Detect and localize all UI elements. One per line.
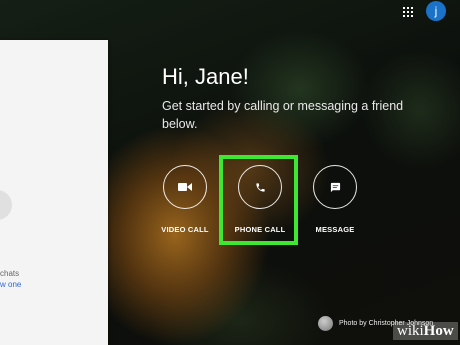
message-label: MESSAGE xyxy=(315,225,355,234)
photographer-avatar xyxy=(318,316,333,331)
video-call-circle[interactable] xyxy=(163,165,207,209)
watermark-prefix: wiki xyxy=(397,323,424,339)
panel-chats-text: chats xyxy=(0,269,20,278)
greeting-subtitle: Get started by calling or messaging a fr… xyxy=(162,99,404,131)
wikihow-watermark: wikiHow xyxy=(393,322,458,340)
video-call-button[interactable]: VIDEO CALL xyxy=(155,165,215,234)
video-call-label: VIDEO CALL xyxy=(161,225,209,234)
watermark-suffix: How xyxy=(423,323,454,339)
apps-grid-icon[interactable] xyxy=(403,7,413,17)
message-icon xyxy=(330,182,340,192)
panel-link[interactable]: w one xyxy=(0,280,21,289)
account-avatar[interactable]: j xyxy=(426,1,446,21)
greeting-title: Hi, Jane! xyxy=(162,64,249,89)
video-camera-icon xyxy=(178,183,192,191)
contacts-side-panel: chats w one xyxy=(0,40,108,345)
phone-call-highlight-box xyxy=(219,155,298,245)
message-button[interactable]: MESSAGE xyxy=(305,165,365,234)
panel-avatar-placeholder xyxy=(0,190,12,220)
message-circle[interactable] xyxy=(313,165,357,209)
